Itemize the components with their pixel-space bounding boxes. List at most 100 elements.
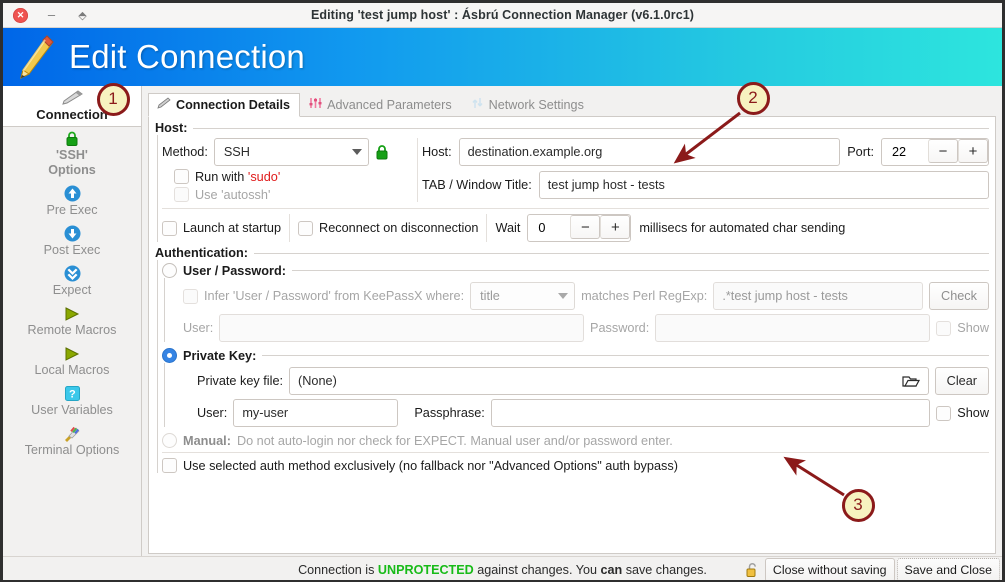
sidebar-item-label: 'SSH' Options: [48, 148, 96, 177]
private-key-label: Private Key:: [183, 348, 257, 363]
launch-at-startup-checkbox[interactable]: [162, 220, 177, 236]
host-frame: Host: Method: SSH Run with 'sudo' Use 'a…: [155, 121, 989, 242]
arrow-down-icon: [64, 225, 81, 242]
sidebar-item-terminal-options[interactable]: Terminal Options: [3, 422, 141, 462]
sidebar-item-pre-exec[interactable]: Pre Exec: [3, 182, 141, 222]
page-banner: Edit Connection: [3, 28, 1002, 86]
infer-keepassx-checkbox[interactable]: [183, 288, 198, 304]
minimize-icon[interactable]: –: [44, 8, 59, 23]
sidebar-item-connection[interactable]: Connection: [3, 86, 142, 127]
edit-connection-window: ✕ – ⬘ Editing 'test jump host' : Ásbrú C…: [0, 0, 1005, 582]
regexp-input[interactable]: .*test jump host - tests: [713, 282, 924, 310]
use-autossh-checkbox[interactable]: [174, 187, 189, 202]
tab-connection-details[interactable]: Connection Details: [148, 93, 301, 117]
save-and-close-button[interactable]: Save and Close: [896, 557, 1000, 580]
user-password-radio[interactable]: [162, 263, 177, 278]
tab-label: Advanced Parameters: [327, 97, 452, 112]
sidebar-item-local-macros[interactable]: Local Macros: [3, 342, 141, 382]
password-input[interactable]: [655, 314, 931, 342]
sidebar-item-remote-macros[interactable]: Remote Macros: [3, 302, 141, 342]
sidebar-item-user-variables[interactable]: ? User Variables: [3, 382, 141, 422]
tab-window-title-input[interactable]: test jump host - tests: [538, 171, 989, 199]
private-key-file-value: (None): [298, 374, 337, 388]
user-label: User:: [183, 321, 214, 335]
keepassx-field-value: title: [480, 289, 500, 303]
tab-window-title-label: TAB / Window Title:: [422, 178, 532, 192]
sidebar-item-post-exec[interactable]: Post Exec: [3, 222, 141, 262]
port-stepper[interactable]: 22 − +: [881, 138, 989, 166]
port-increment-button[interactable]: +: [958, 139, 988, 163]
sidebar-item-label: Connection: [36, 107, 108, 122]
method-select[interactable]: SSH: [213, 138, 369, 166]
folder-open-icon[interactable]: [902, 374, 920, 389]
method-value: SSH: [223, 145, 250, 159]
host-frame-title: Host:: [155, 121, 989, 135]
wait-increment-button[interactable]: +: [600, 215, 631, 239]
private-key-radio[interactable]: [162, 348, 177, 363]
play-icon: [64, 345, 80, 362]
close-without-saving-button[interactable]: Close without saving: [764, 557, 895, 580]
tab-network-settings[interactable]: Network Settings: [462, 93, 594, 117]
check-button[interactable]: Check: [929, 282, 989, 310]
close-icon[interactable]: ✕: [13, 7, 28, 23]
sidebar-item-label: Terminal Options: [24, 443, 120, 457]
password-label: Password:: [590, 321, 650, 335]
keepassx-field-select[interactable]: title: [470, 282, 576, 310]
private-key-user-input[interactable]: my-user: [233, 399, 399, 427]
page-title: Edit Connection: [69, 38, 305, 75]
pencil-icon: [157, 97, 171, 112]
wait-stepper[interactable]: 0 − +: [527, 214, 632, 242]
divider: [262, 355, 989, 356]
window-body: Connection 'SSH' Options Pre Exec Post E…: [3, 86, 1002, 556]
sidebar-item-label: User Variables: [31, 403, 113, 417]
divider: [486, 214, 488, 242]
svg-text:?: ?: [69, 389, 76, 401]
exclusive-auth-checkbox[interactable]: [162, 458, 177, 473]
exclusive-auth-row: Use selected auth method exclusively (no…: [162, 458, 989, 473]
private-key-file-label: Private key file:: [197, 374, 284, 388]
host-input[interactable]: destination.example.org: [458, 138, 841, 166]
host-label: Host:: [422, 145, 452, 159]
chevron-down-icon: [351, 149, 362, 155]
password-show-checkbox[interactable]: [936, 320, 952, 336]
window-controls: ✕ – ⬘: [3, 7, 90, 23]
authentication-frame: Authentication: User / Password: Infer '…: [155, 246, 989, 473]
green-lock-icon: [65, 130, 79, 147]
port-decrement-button[interactable]: −: [928, 139, 958, 163]
maximize-icon[interactable]: ⬘: [75, 8, 90, 23]
reconnect-checkbox[interactable]: [298, 220, 314, 236]
tab-label: Connection Details: [176, 97, 291, 112]
passphrase-input[interactable]: [490, 399, 931, 427]
sidebar-item-label: Local Macros: [34, 363, 110, 377]
terminal-brush-icon: [63, 425, 81, 442]
passphrase-show-checkbox[interactable]: [936, 405, 952, 421]
tab-bar: Connection Details Advanced Parameters N…: [148, 92, 996, 117]
sidebar-item-expect[interactable]: Expect: [3, 262, 141, 302]
private-key-file-input[interactable]: (None): [289, 367, 929, 395]
wait-suffix-label: millisecs for automated char sending: [639, 221, 846, 235]
wait-decrement-button[interactable]: −: [570, 215, 601, 239]
passphrase-show-label: Show: [957, 406, 989, 420]
question-badge-icon: ?: [64, 385, 80, 402]
passphrase-label: Passphrase:: [414, 406, 485, 420]
main-pane: Connection Details Advanced Parameters N…: [142, 86, 1002, 556]
unlock-icon[interactable]: [745, 562, 759, 578]
sidebar-item-ssh-options[interactable]: 'SSH' Options: [3, 127, 141, 182]
sidebar: Connection 'SSH' Options Pre Exec Post E…: [3, 86, 142, 556]
user-password-group-title: User / Password:: [162, 263, 989, 278]
infer-keepassx-label: Infer 'User / Password' from KeePassX wh…: [204, 289, 465, 303]
divider: [417, 138, 418, 202]
status-middle: against changes. You: [473, 562, 601, 577]
run-with-sudo-checkbox[interactable]: [174, 169, 189, 184]
host-frame-label: Host:: [155, 121, 188, 135]
status-suffix: save changes.: [622, 562, 707, 577]
divider: [193, 127, 989, 129]
status-buttons: Close without saving Save and Close: [745, 557, 1000, 580]
manual-auth-row: Manual: Do not auto-login nor check for …: [162, 433, 989, 453]
window-title: Editing 'test jump host' : Ásbrú Connect…: [310, 8, 695, 22]
user-input[interactable]: [219, 314, 585, 342]
green-lock-icon: [375, 144, 389, 161]
tab-advanced-parameters[interactable]: Advanced Parameters: [300, 93, 462, 117]
clear-button[interactable]: Clear: [934, 367, 989, 395]
manual-radio[interactable]: [162, 433, 177, 448]
